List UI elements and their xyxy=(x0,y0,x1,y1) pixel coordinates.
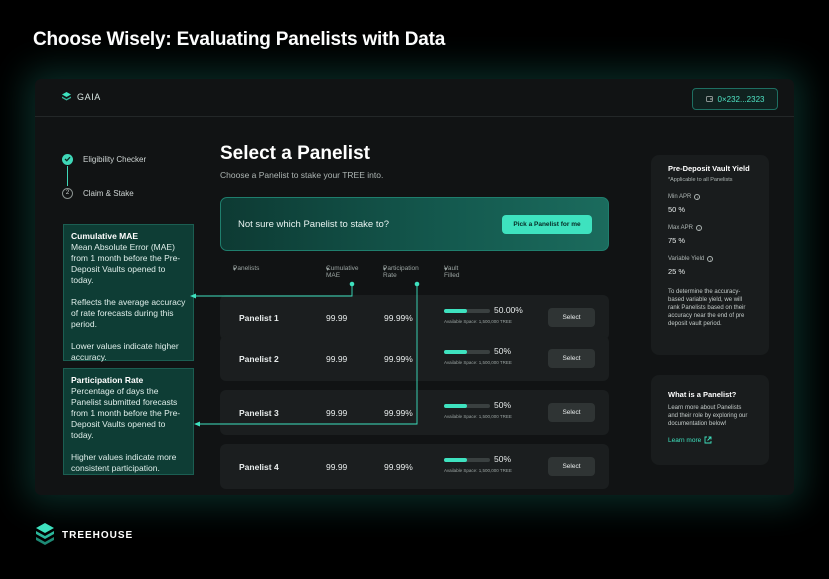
vault-progress-fill xyxy=(444,458,467,462)
whatis-title: What is a Panelist? xyxy=(668,390,737,399)
step-connector xyxy=(67,166,68,186)
table-row: Panelist 2 99.99 99.99% 50% Available Sp… xyxy=(220,336,609,381)
participation-tooltip: Participation Rate Percentage of days th… xyxy=(63,368,194,475)
panelist-name: Panelist 4 xyxy=(239,461,279,472)
wallet-button[interactable]: 0×232...2323 xyxy=(692,88,778,110)
min-apr: Min APR i 50 % xyxy=(668,194,752,214)
variable-yield-value: 25 % xyxy=(668,267,686,276)
page-title: Select a Panelist xyxy=(220,143,370,164)
vault-filled: 50% Available Space: 1,500,000 TREE xyxy=(444,454,512,473)
vault-percent: 50% xyxy=(494,346,512,356)
table-header: Panelists ▾ Cumulative MAE ▾ Participati… xyxy=(233,265,460,279)
vault-yield-card: Pre-Deposit Vault Yield *Applicable to a… xyxy=(651,155,769,355)
pick-panelist-button[interactable]: Pick a Panelist for me xyxy=(502,215,592,234)
vault-progress-bar xyxy=(444,404,490,408)
yield-description: To determine the accuracy-based variable… xyxy=(668,289,746,327)
gaia-logo[interactable]: GAIA xyxy=(62,92,101,102)
tooltip-text: Mean Absolute Error (MAE) from 1 month b… xyxy=(71,242,181,285)
participation-value: 99.99% xyxy=(384,353,413,364)
available-space: Available Space: 1,500,000 TREE xyxy=(444,360,512,365)
step-claim-stake[interactable]: 2 Claim & Stake xyxy=(62,186,146,200)
available-space: Available Space: 1,500,000 TREE xyxy=(444,468,512,473)
what-is-panelist-card: What is a Panelist? Learn more about Pan… xyxy=(651,375,769,465)
pick-panelist-banner: Not sure which Panelist to stake to? Pic… xyxy=(220,197,609,251)
treehouse-brand: TREEHOUSE xyxy=(36,523,133,547)
select-button[interactable]: Select xyxy=(548,457,595,476)
tooltip-text: Higher values indicate more consistent p… xyxy=(71,452,177,473)
panelist-name: Panelist 1 xyxy=(239,312,279,323)
gaia-logo-icon xyxy=(62,92,71,101)
max-apr-value: 75 % xyxy=(668,236,686,245)
treehouse-logo-icon xyxy=(36,523,54,545)
vault-percent: 50.00% xyxy=(494,305,523,315)
sort-icon: ▾ xyxy=(326,266,330,273)
mae-tooltip: Cumulative MAE Mean Absolute Error (MAE)… xyxy=(63,224,194,362)
vault-filled: 50% Available Space: 1,500,000 TREE xyxy=(444,346,512,365)
sort-icon: ▾ xyxy=(444,266,448,273)
select-button[interactable]: Select xyxy=(548,349,595,368)
select-button[interactable]: Select xyxy=(548,403,595,422)
vault-progress-fill xyxy=(444,309,467,313)
min-apr-value: 50 % xyxy=(668,205,686,214)
mae-value: 99.99 xyxy=(326,461,348,472)
vault-percent: 50% xyxy=(494,454,512,464)
tooltip-title: Participation Rate xyxy=(71,375,144,385)
info-icon[interactable]: i xyxy=(707,256,714,262)
vault-progress-fill xyxy=(444,404,467,408)
panelist-name: Panelist 3 xyxy=(239,407,279,418)
vault-percent: 50% xyxy=(494,400,512,410)
external-link-icon xyxy=(704,436,712,444)
tooltip-title: Cumulative MAE xyxy=(71,231,139,241)
learn-more-link[interactable]: Learn more xyxy=(668,436,752,444)
participation-value: 99.99% xyxy=(384,461,413,472)
whatis-body: Learn more about Panelists and their rol… xyxy=(668,405,748,427)
table-row: Panelist 4 99.99 99.99% 50% Available Sp… xyxy=(220,444,609,489)
step-eligibility[interactable]: Eligibility Checker xyxy=(62,152,146,166)
wallet-icon xyxy=(705,96,713,102)
mae-value: 99.99 xyxy=(326,353,348,364)
table-row: Panelist 1 99.99 99.99% 50.00% Available… xyxy=(220,295,609,340)
brand-text: TREEHOUSE xyxy=(62,529,134,541)
available-space: Available Space: 1,500,000 TREE xyxy=(444,414,512,419)
info-icon[interactable]: i xyxy=(694,194,701,200)
max-apr: Max APR i 75 % xyxy=(668,225,752,245)
vault-progress-fill xyxy=(444,350,467,354)
vault-filled: 50% Available Space: 1,500,000 TREE xyxy=(444,400,512,419)
step-label: Claim & Stake xyxy=(83,188,134,198)
mae-value: 99.99 xyxy=(326,312,348,323)
mae-value: 99.99 xyxy=(326,407,348,418)
select-button[interactable]: Select xyxy=(548,308,595,327)
table-row: Panelist 3 99.99 99.99% 50% Available Sp… xyxy=(220,390,609,435)
info-icon[interactable]: i xyxy=(696,225,703,231)
vault-progress-bar xyxy=(444,309,490,313)
panelist-name: Panelist 2 xyxy=(239,353,279,364)
step-number: 2 xyxy=(62,187,73,199)
vault-progress-bar xyxy=(444,458,490,462)
vault-progress-bar xyxy=(444,350,490,354)
tooltip-text: Reflects the average accuracy of rate fo… xyxy=(71,297,186,329)
logo-text: GAIA xyxy=(77,92,101,102)
page-subtitle: Choose a Panelist to stake your TREE int… xyxy=(220,170,384,180)
sort-icon: ▾ xyxy=(233,266,237,273)
yield-title: Pre-Deposit Vault Yield xyxy=(668,164,750,173)
check-icon xyxy=(62,153,73,165)
vault-filled: 50.00% Available Space: 1,500,000 TREE xyxy=(444,305,523,324)
top-bar: GAIA 0×232...2323 xyxy=(35,79,794,117)
variable-yield: Variable Yield i 25 % xyxy=(668,256,752,276)
participation-value: 99.99% xyxy=(384,407,413,418)
sort-icon: ▾ xyxy=(383,266,387,273)
available-space: Available Space: 1,500,000 TREE xyxy=(444,319,512,324)
step-label: Eligibility Checker xyxy=(83,154,147,164)
tooltip-text: Percentage of days the Panelist submitte… xyxy=(71,386,181,440)
banner-text: Not sure which Panelist to stake to? xyxy=(238,219,390,230)
participation-value: 99.99% xyxy=(384,312,413,323)
wallet-address: 0×232...2323 xyxy=(717,94,765,104)
stepper: Eligibility Checker 2 Claim & Stake xyxy=(62,152,146,200)
page-headline: Choose Wisely: Evaluating Panelists with… xyxy=(33,29,446,50)
tooltip-text: Lower values indicate higher accuracy. xyxy=(71,341,179,362)
yield-note: *Applicable to all Panelists xyxy=(668,177,733,183)
